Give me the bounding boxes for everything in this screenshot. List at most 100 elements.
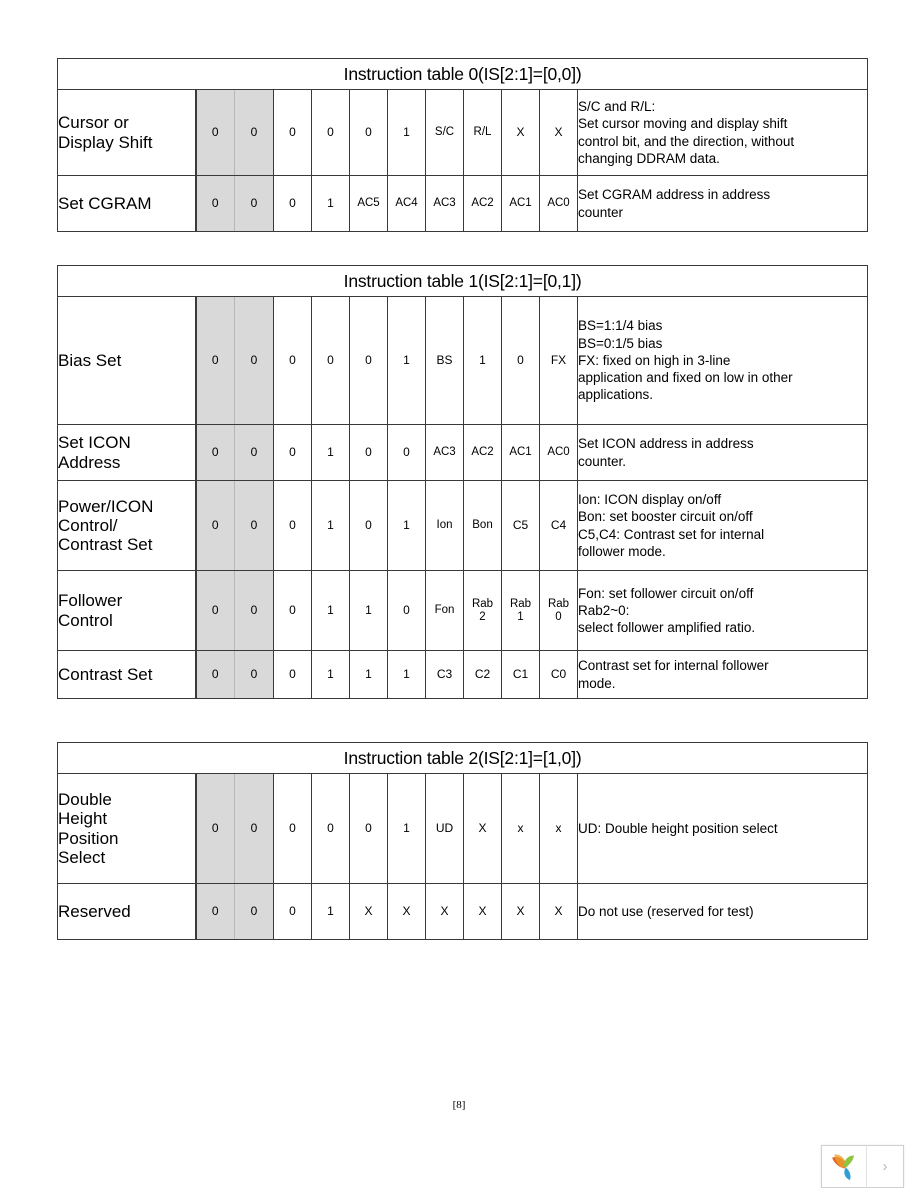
bit-cell: X — [501, 89, 540, 176]
description-cell: Do not use (reserved for test) — [576, 883, 869, 940]
leaf-logo[interactable] — [822, 1146, 867, 1187]
bit-cell: AC2 — [463, 424, 502, 481]
table-title-row: Instruction table 0(IS[2:1]=[0,0]) — [56, 58, 869, 90]
bit-cell: 1 — [311, 175, 350, 232]
bit-cell: 0 — [273, 650, 312, 699]
bit-cell: 0 — [387, 424, 426, 481]
bit-cell: X — [539, 883, 578, 940]
bit-cell: 0 — [349, 424, 388, 481]
bit-cell: 0 — [234, 480, 274, 571]
instruction-name-cell: Bias Set — [57, 296, 196, 425]
bit-cell: C5 — [501, 480, 540, 571]
bit-cell: AC0 — [539, 424, 578, 481]
instruction-table-1: Instruction table 1(IS[2:1]=[0,1]) Bias … — [56, 265, 869, 699]
bit-cell: 0 — [194, 296, 235, 425]
bit-cell: X — [501, 883, 540, 940]
instruction-table-2: Instruction table 2(IS[2:1]=[1,0]) Doubl… — [56, 742, 869, 940]
description-cell: Ion: ICON display on/off Bon: set booste… — [576, 480, 869, 571]
instruction-name-cell: Reserved — [57, 883, 196, 940]
bit-cell: x — [539, 773, 578, 884]
bit-cell: AC5 — [349, 175, 388, 232]
bit-cell: C2 — [463, 650, 502, 699]
bit-cell: 0 — [273, 296, 312, 425]
bit-cell: FX — [539, 296, 578, 425]
table-title-row: Instruction table 2(IS[2:1]=[1,0]) — [56, 742, 869, 774]
bit-cell: C3 — [425, 650, 464, 699]
bit-cell: 1 — [311, 650, 350, 699]
table-row: Cursor or Display Shift 0 0 0 0 0 1 S/C R/L X X S/C… — [57, 89, 869, 176]
bit-cell: 1 — [311, 424, 350, 481]
bit-cell: 0 — [194, 175, 235, 232]
bit-cell: 0 — [349, 296, 388, 425]
bit-cell: 1 — [311, 883, 350, 940]
bit-cell: 0 — [234, 570, 274, 651]
bit-cell: X — [425, 883, 464, 940]
description-cell: Fon: set follower circuit on/off Rab2~0:… — [576, 570, 869, 651]
document-page: Instruction table 0(IS[2:1]=[0,0]) Curso… — [0, 0, 918, 1188]
bit-cell: X — [463, 773, 502, 884]
bit-cell: 0 — [311, 89, 350, 176]
table-title-row: Instruction table 1(IS[2:1]=[0,1]) — [56, 265, 869, 297]
bit-cell: C1 — [501, 650, 540, 699]
instruction-name-cell: Follower Control — [57, 570, 196, 651]
bit-cell: 1 — [387, 773, 426, 884]
table-title: Instruction table 1(IS[2:1]=[0,1]) — [56, 265, 869, 297]
bit-cell: 0 — [311, 296, 350, 425]
bit-cell: 1 — [387, 89, 426, 176]
bit-cell: AC1 — [501, 175, 540, 232]
instruction-name-cell: Set ICON Address — [57, 424, 196, 481]
bit-cell: X — [463, 883, 502, 940]
table-row: Power/ICON Control/ Contrast Set 0 0 0 1 0 1 Io… — [57, 480, 869, 571]
bit-cell: X — [387, 883, 426, 940]
table-row: Contrast Set 0 0 0 1 1 1 C3 C2 C1 C0 Contrast set f… — [57, 650, 869, 699]
page-marker: [8] — [452, 1099, 466, 1111]
instruction-name-cell: Double Height Position Select — [57, 773, 196, 884]
bit-cell: 0 — [234, 424, 274, 481]
instruction-name-cell: Cursor or Display Shift — [57, 89, 196, 176]
bit-cell: 0 — [194, 650, 235, 699]
bit-cell: 0 — [273, 424, 312, 481]
bit-cell: 0 — [194, 480, 235, 571]
table-title: Instruction table 2(IS[2:1]=[1,0]) — [56, 742, 869, 774]
bit-cell: 0 — [234, 296, 274, 425]
bit-cell: 0 — [234, 773, 274, 884]
bit-cell: Ion — [425, 480, 464, 571]
bit-cell: UD — [425, 773, 464, 884]
bit-cell: 0 — [194, 424, 235, 481]
bit-cell: 0 — [194, 883, 235, 940]
bit-cell: AC3 — [425, 175, 464, 232]
bit-cell: 1 — [349, 650, 388, 699]
bit-cell: x — [501, 773, 540, 884]
bit-cell: Fon — [425, 570, 464, 651]
bit-cell: 1 — [311, 480, 350, 571]
leaf-logo-icon — [832, 1153, 854, 1180]
description-cell: Set ICON address in address counter. — [576, 424, 869, 481]
bit-cell: 0 — [349, 480, 388, 571]
table-title: Instruction table 0(IS[2:1]=[0,0]) — [56, 58, 869, 90]
instruction-name-cell: Power/ICON Control/ Contrast Set — [57, 480, 196, 571]
bit-cell: AC0 — [539, 175, 578, 232]
bit-cell: Bon — [463, 480, 502, 571]
bit-cell: 0 — [349, 89, 388, 176]
bit-cell: Rab 0 — [539, 570, 578, 651]
bit-cell: AC4 — [387, 175, 426, 232]
next-chevron-icon[interactable]: › — [867, 1146, 903, 1187]
bit-cell: 0 — [234, 650, 274, 699]
bit-cell: X — [539, 89, 578, 176]
bit-cell: 0 — [194, 773, 235, 884]
table-row: Reserved 0 0 0 1 X X X X X X Do not use (reserved f… — [57, 883, 869, 940]
floating-nav-widget[interactable]: › — [821, 1145, 904, 1188]
bit-cell: S/C — [425, 89, 464, 176]
instruction-name-cell: Contrast Set — [57, 650, 196, 699]
bit-cell: AC3 — [425, 424, 464, 481]
bit-cell: 0 — [273, 773, 312, 884]
bit-cell: 1 — [311, 570, 350, 651]
bit-cell: 1 — [387, 650, 426, 699]
table-row: Bias Set 0 0 0 0 0 1 BS 1 0 FX BS=1:1/4 bias BS=0:1… — [57, 296, 869, 425]
bit-cell: BS — [425, 296, 464, 425]
bit-cell: X — [349, 883, 388, 940]
bit-cell: 0 — [273, 175, 312, 232]
bit-cell: 0 — [311, 773, 350, 884]
bit-cell: 1 — [349, 570, 388, 651]
bit-cell: 0 — [234, 883, 274, 940]
